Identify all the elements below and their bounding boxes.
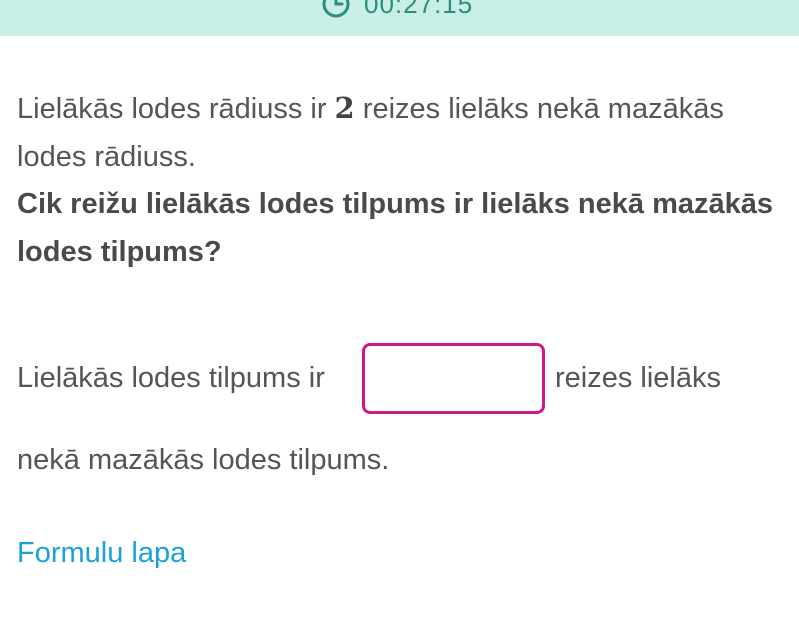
top-bar: 00:27:15: [0, 0, 799, 36]
answer-text-before: Lielākās lodes tilpums ir: [17, 362, 325, 394]
radius-factor: 2: [334, 91, 355, 125]
timer: 00:27:15: [318, 0, 473, 22]
question-text-start: Lielākās lodes rādiuss ir: [17, 93, 335, 125]
answer-input[interactable]: [362, 343, 545, 414]
timer-text: 00:27:15: [364, 0, 474, 19]
question-prompt: Cik reižu lielākās lodes tilpums ir liel…: [17, 188, 773, 268]
alarm-clock-icon: [322, 0, 350, 18]
question-statement: Lielākās lodes rādiuss ir 2 reizes lielā…: [17, 84, 787, 181]
formula-sheet-link[interactable]: Formulu lapa: [17, 537, 186, 570]
answer-text-after: reizes lielāks: [555, 362, 721, 394]
answer-text-continuation: nekā mazākās lodes tilpums.: [17, 444, 390, 476]
